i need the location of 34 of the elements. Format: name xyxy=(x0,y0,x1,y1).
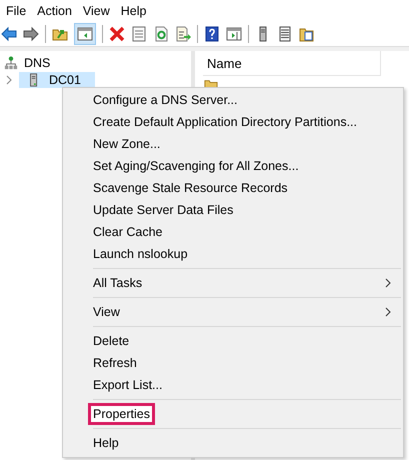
menu-item[interactable]: File xyxy=(2,4,34,18)
column-header[interactable]: Name xyxy=(203,56,242,70)
back-arrow-icon[interactable] xyxy=(1,26,17,42)
menu-item[interactable]: All Tasks xyxy=(63,272,403,294)
menu-item[interactable]: Export List... xyxy=(63,374,403,396)
folder-documents-icon[interactable] xyxy=(299,26,315,42)
menu-item[interactable]: Delete xyxy=(63,330,403,352)
menu-item[interactable]: Configure a DNS Server... xyxy=(63,89,403,111)
export-icon[interactable] xyxy=(175,26,191,42)
properties-icon[interactable] xyxy=(131,26,147,42)
action-pane-icon[interactable] xyxy=(226,26,242,42)
menu-item[interactable]: Properties xyxy=(63,403,403,425)
list-icon[interactable] xyxy=(277,26,293,42)
delete-icon[interactable] xyxy=(109,26,125,42)
menu-item[interactable]: Action xyxy=(33,4,79,18)
network-icon xyxy=(4,56,18,70)
menu-item[interactable]: Set Aging/Scavenging for All Zones... xyxy=(63,155,403,177)
help-icon[interactable] xyxy=(204,26,220,42)
menu-item[interactable]: Scavenge Stale Resource Records xyxy=(63,177,403,199)
menu-item[interactable]: Refresh xyxy=(63,352,403,374)
menu-item[interactable]: Launch nslookup xyxy=(63,243,403,265)
refresh-icon[interactable] xyxy=(153,26,169,42)
forward-arrow-icon[interactable] xyxy=(23,26,39,42)
tree-item[interactable]: DC01 xyxy=(19,72,95,88)
menu-item[interactable]: View xyxy=(78,4,117,18)
tree-item[interactable]: DNS xyxy=(0,54,191,72)
menu-item[interactable]: Help xyxy=(63,432,403,454)
menu-item[interactable]: Create Default Application Directory Partitions... xyxy=(63,111,403,133)
menu-item[interactable]: Clear Cache xyxy=(63,221,403,243)
menu-item[interactable]: Help xyxy=(116,4,154,18)
menu-item[interactable]: View xyxy=(63,301,403,323)
menu-item[interactable]: Update Server Data Files xyxy=(63,199,403,221)
tree-toggle-button[interactable] xyxy=(74,23,96,45)
menu-item[interactable]: New Zone... xyxy=(63,133,403,155)
